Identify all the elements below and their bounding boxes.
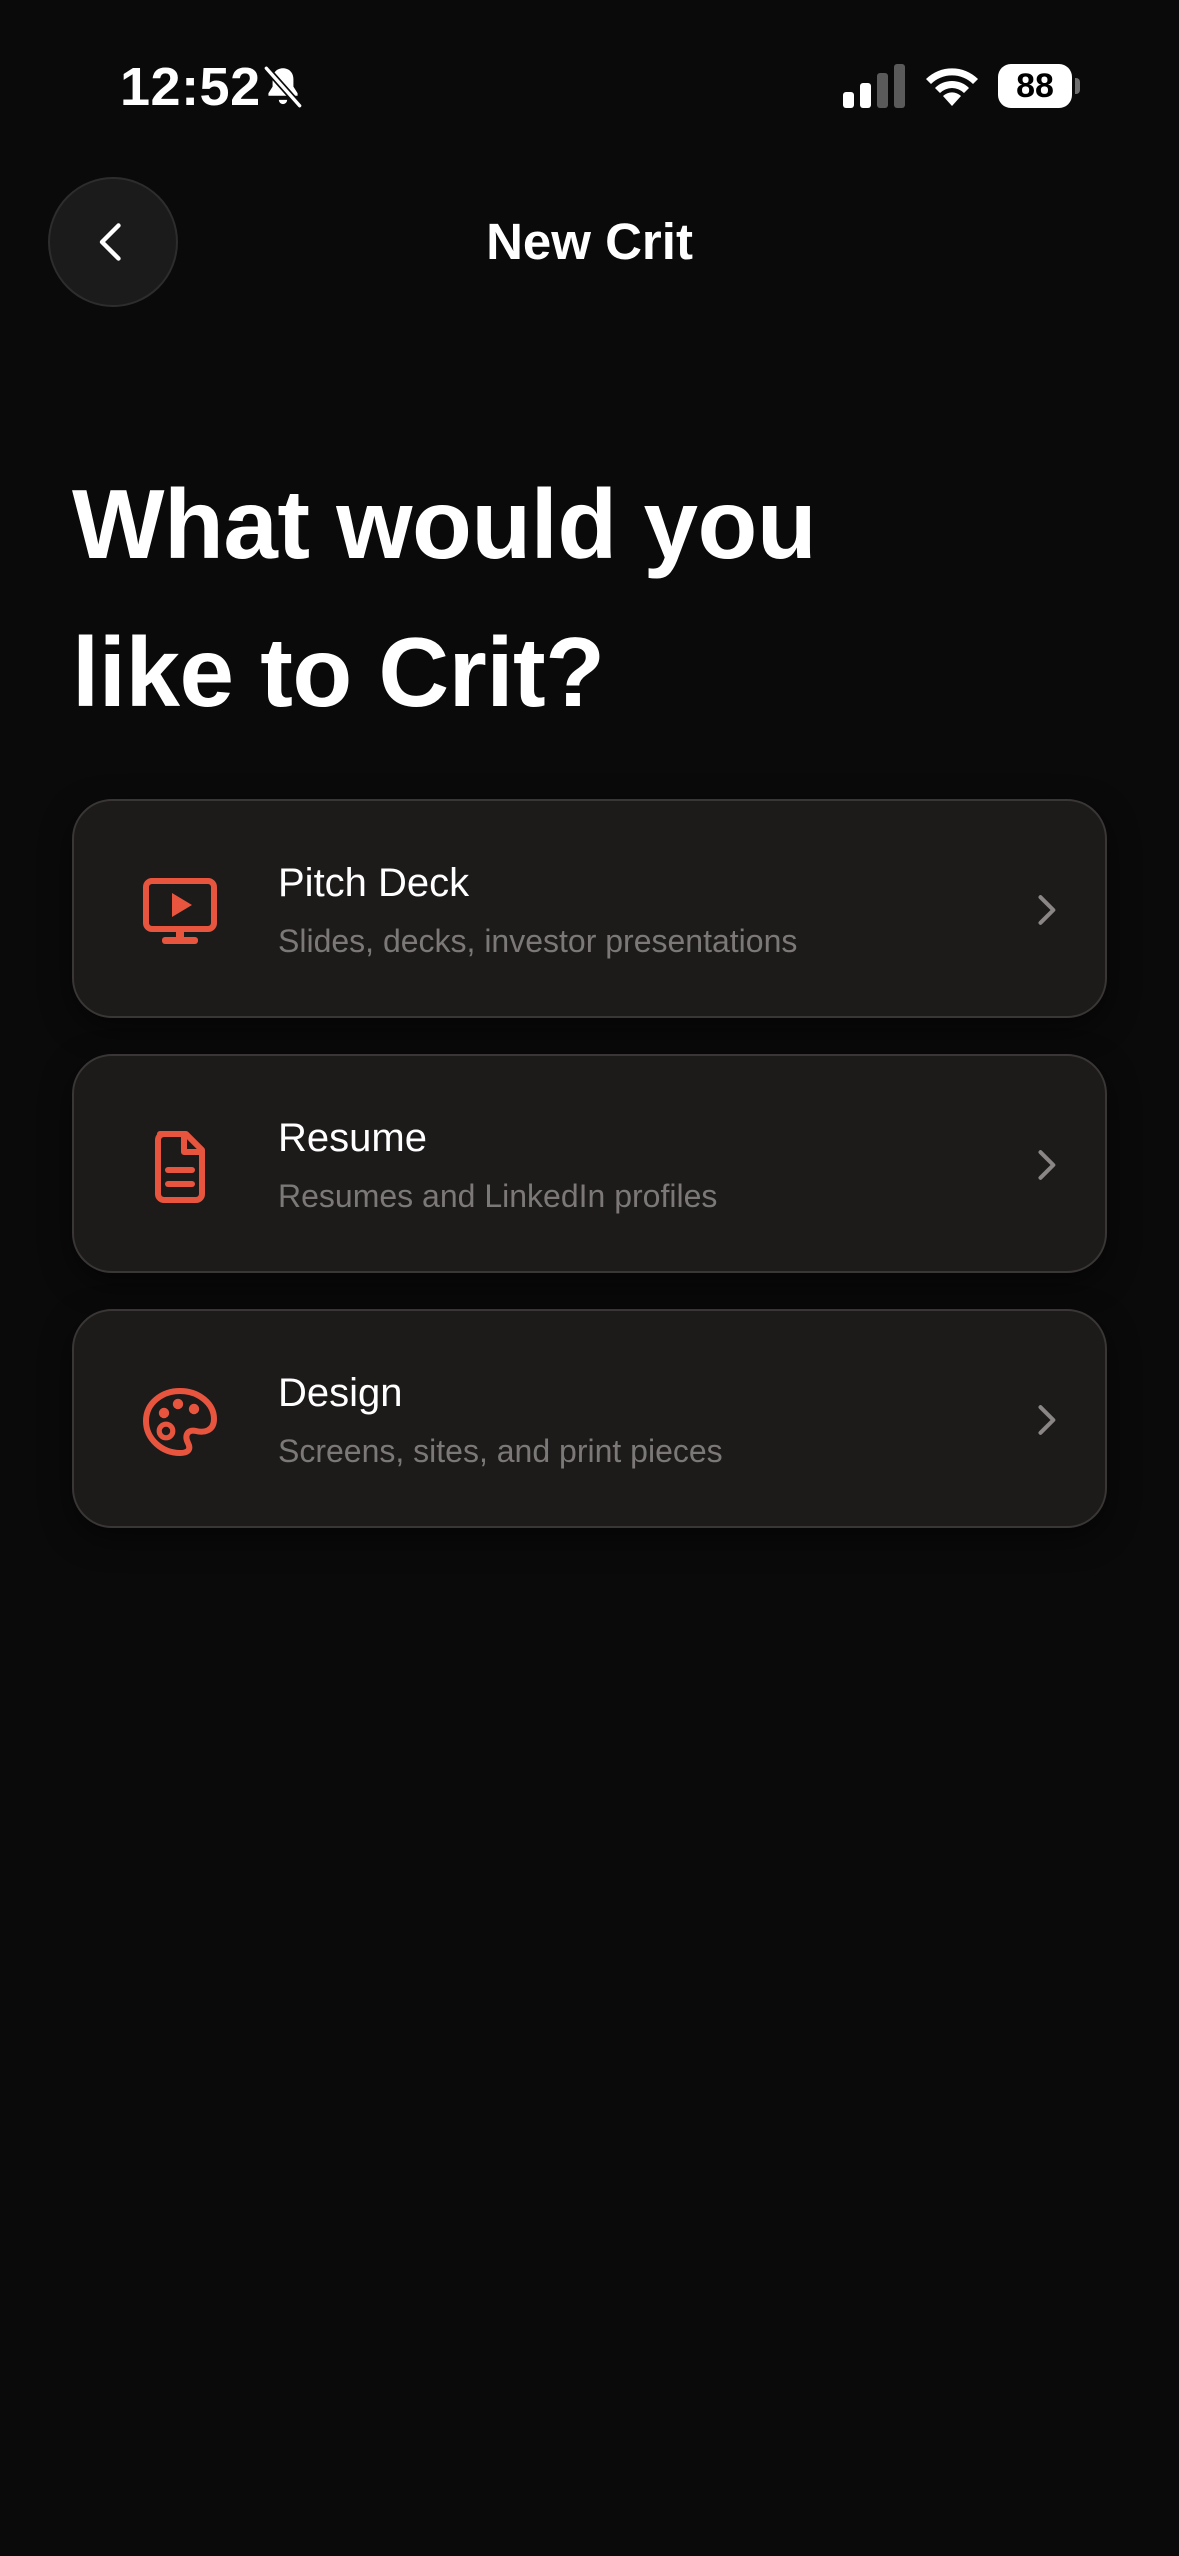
battery-percent: 88 xyxy=(1016,67,1054,105)
status-time: 12:52 xyxy=(120,57,261,117)
battery-icon: 88 xyxy=(998,64,1080,108)
option-subtitle: Screens, sites, and print pieces xyxy=(278,1433,723,1469)
palette-icon xyxy=(143,1388,217,1456)
option-design[interactable]: Design Screens, sites, and print pieces xyxy=(72,1309,1107,1528)
nav-title: New Crit xyxy=(486,213,693,270)
bell-off-icon xyxy=(263,66,303,108)
option-title: Pitch Deck xyxy=(278,861,470,905)
heading-line-2: like to Crit? xyxy=(72,617,605,727)
option-resume[interactable]: Resume Resumes and LinkedIn profiles xyxy=(72,1054,1107,1273)
page-heading: What would you like to Crit? xyxy=(72,450,1072,746)
option-list: Pitch Deck Slides, decks, investor prese… xyxy=(72,799,1107,1564)
option-title: Resume xyxy=(278,1116,427,1160)
status-bar: 12:52 88 xyxy=(0,0,1179,170)
wifi-icon xyxy=(926,68,978,106)
battery-nub xyxy=(1075,78,1080,94)
chevron-right-icon xyxy=(1038,895,1056,925)
option-subtitle: Resumes and LinkedIn profiles xyxy=(278,1178,718,1214)
document-icon xyxy=(155,1131,205,1203)
option-subtitle: Slides, decks, investor presentations xyxy=(278,923,798,959)
heading-line-1: What would you xyxy=(72,469,817,579)
option-title: Design xyxy=(278,1371,403,1415)
presentation-icon xyxy=(143,878,217,944)
chevron-right-icon xyxy=(1038,1405,1056,1435)
signal-icon xyxy=(843,64,905,108)
option-pitch-deck[interactable]: Pitch Deck Slides, decks, investor prese… xyxy=(72,799,1107,1018)
chevron-right-icon xyxy=(1038,1150,1056,1180)
